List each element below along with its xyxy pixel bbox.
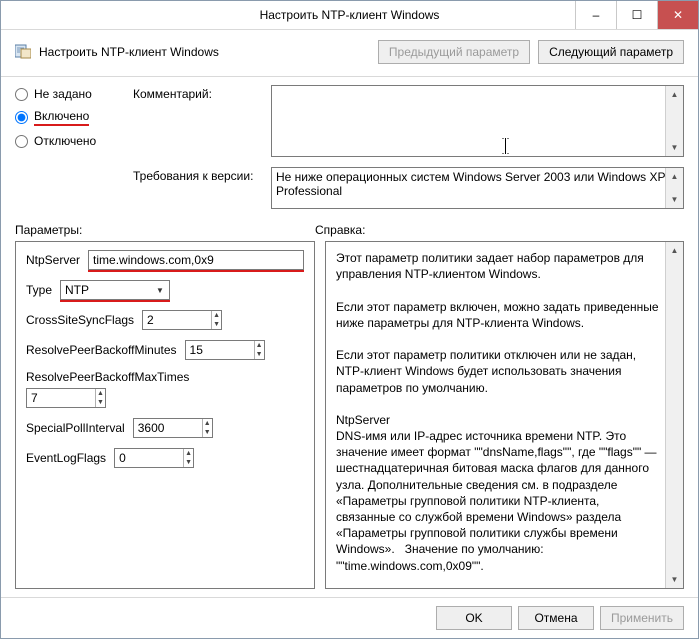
requirements-text: Не ниже операционных систем Windows Serv… [272, 168, 673, 200]
radio-enabled-label: Включено [34, 109, 89, 126]
param-specialpoll-label: SpecialPollInterval [26, 421, 125, 435]
spin-up-icon[interactable]: ▲ [255, 341, 264, 350]
dialog-header: Настроить NTP-клиент Windows Предыдущий … [1, 30, 698, 70]
help-panel: Этот параметр политики задает набор пара… [325, 241, 684, 589]
param-specialpoll-row: SpecialPollInterval ▲▼ [26, 418, 304, 438]
param-crosssite-input[interactable] [143, 311, 211, 329]
param-resolvemin-label: ResolvePeerBackoffMinutes [26, 343, 177, 357]
param-resolvemax-row: ResolvePeerBackoffMaxTimes ▲▼ [26, 370, 304, 408]
param-resolvemax-spin[interactable]: ▲▼ [26, 388, 106, 408]
param-eventlog-row: EventLogFlags ▲▼ [26, 448, 304, 468]
previous-setting-button[interactable]: Предыдущий параметр [378, 40, 530, 64]
radio-enabled-input[interactable] [15, 111, 28, 124]
policy-icon [15, 43, 31, 62]
section-labels: Параметры: Справка: [1, 209, 698, 241]
minimize-button[interactable] [575, 1, 616, 29]
divider [1, 76, 698, 77]
radio-not-configured-label: Не задано [34, 87, 92, 101]
radio-not-configured-input[interactable] [15, 88, 28, 101]
param-specialpoll-spin[interactable]: ▲▼ [133, 418, 213, 438]
spin-up-icon[interactable]: ▲ [212, 311, 221, 320]
param-crosssite-row: CrossSiteSyncFlags ▲▼ [26, 310, 304, 330]
help-scrollbar[interactable]: ▲ ▼ [665, 242, 683, 588]
state-radios: Не задано Включено Отключено [15, 85, 125, 148]
param-resolvemax-input[interactable] [27, 389, 95, 407]
help-text: Этот параметр политики задает набор пара… [336, 250, 673, 574]
scroll-down-icon[interactable]: ▼ [666, 139, 683, 156]
chevron-down-icon[interactable]: ▼ [152, 282, 168, 298]
param-resolvemin-spin[interactable]: ▲▼ [185, 340, 265, 360]
spin-up-icon[interactable]: ▲ [203, 419, 212, 428]
param-eventlog-spin[interactable]: ▲▼ [114, 448, 194, 468]
spin-down-icon[interactable]: ▼ [255, 350, 264, 359]
help-section-label: Справка: [315, 223, 684, 237]
param-type-row: Type ▼ [26, 280, 304, 300]
ok-button[interactable]: OK [436, 606, 512, 630]
policy-title: Настроить NTP-клиент Windows [39, 45, 219, 59]
dialog-window: Настроить NTP-клиент Windows Настроить N… [0, 0, 699, 639]
scroll-up-icon[interactable]: ▲ [666, 168, 683, 185]
spin-up-icon[interactable]: ▲ [96, 389, 105, 398]
comment-box: ▲ ▼ [271, 85, 684, 157]
param-specialpoll-input[interactable] [134, 419, 202, 437]
comment-scrollbar[interactable]: ▲ ▼ [665, 86, 683, 156]
requirements-box: Не ниже операционных систем Windows Serv… [271, 167, 684, 209]
requirements-label: Требования к версии: [133, 167, 263, 183]
params-section-label: Параметры: [15, 223, 315, 237]
apply-button[interactable]: Применить [600, 606, 684, 630]
param-resolvemax-label: ResolvePeerBackoffMaxTimes [26, 370, 304, 384]
param-crosssite-label: CrossSiteSyncFlags [26, 313, 134, 327]
param-resolvemin-input[interactable] [186, 341, 254, 359]
requirements-scrollbar[interactable]: ▲ ▼ [665, 168, 683, 208]
spin-up-icon[interactable]: ▲ [184, 449, 193, 458]
spin-down-icon[interactable]: ▼ [184, 458, 193, 467]
param-ntpserver-input[interactable] [88, 250, 304, 270]
param-eventlog-input[interactable] [115, 449, 183, 467]
dialog-footer: OK Отмена Применить [1, 597, 698, 638]
radio-disabled-label: Отключено [34, 134, 96, 148]
cancel-button[interactable]: Отмена [518, 606, 594, 630]
spin-down-icon[interactable]: ▼ [96, 398, 105, 407]
param-resolvemin-row: ResolvePeerBackoffMinutes ▲▼ [26, 340, 304, 360]
param-ntpserver-row: NtpServer [26, 250, 304, 270]
params-panel: NtpServer Type ▼ CrossSiteSyncFlags ▲▼ R… [15, 241, 315, 589]
radio-disabled-input[interactable] [15, 135, 28, 148]
param-ntpserver-label: NtpServer [26, 253, 80, 267]
comment-textarea[interactable] [272, 86, 665, 156]
param-crosssite-spin[interactable]: ▲▼ [142, 310, 222, 330]
param-type-select[interactable]: ▼ [60, 280, 170, 300]
scroll-down-icon[interactable]: ▼ [666, 571, 683, 588]
param-type-label: Type [26, 283, 52, 297]
radio-disabled[interactable]: Отключено [15, 134, 125, 148]
param-eventlog-label: EventLogFlags [26, 451, 106, 465]
scroll-up-icon[interactable]: ▲ [666, 86, 683, 103]
upper-section: Не задано Включено Отключено Комментарий… [1, 85, 698, 209]
radio-not-configured[interactable]: Не задано [15, 87, 125, 101]
scroll-down-icon[interactable]: ▼ [666, 191, 683, 208]
comment-label: Комментарий: [133, 85, 263, 101]
maximize-button[interactable] [616, 1, 657, 29]
next-setting-button[interactable]: Следующий параметр [538, 40, 684, 64]
main-split: NtpServer Type ▼ CrossSiteSyncFlags ▲▼ R… [1, 241, 698, 597]
scroll-up-icon[interactable]: ▲ [666, 242, 683, 259]
close-button[interactable] [657, 1, 698, 29]
spin-down-icon[interactable]: ▼ [203, 428, 212, 437]
radio-enabled[interactable]: Включено [15, 109, 125, 126]
titlebar: Настроить NTP-клиент Windows [1, 1, 698, 30]
spin-down-icon[interactable]: ▼ [212, 320, 221, 329]
